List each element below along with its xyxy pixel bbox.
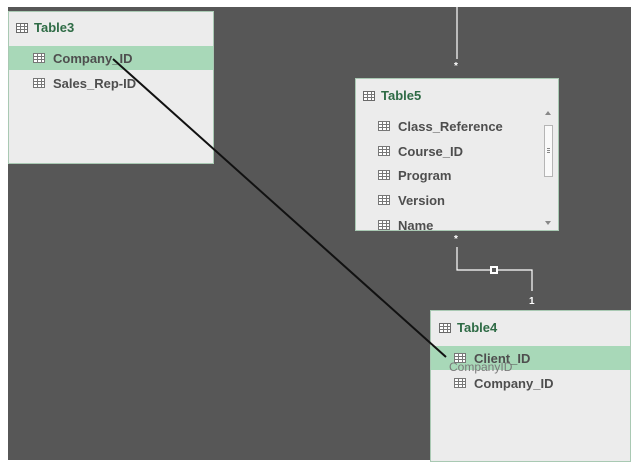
cardinality-many-bottom: * [454,234,458,245]
filter-direction-icon-inner [492,268,496,272]
drag-connector-line [112,58,447,358]
cardinality-many-top: * [454,61,458,72]
cardinality-one: 1 [529,296,535,307]
relationship-overlay [112,7,533,358]
drag-tooltip: CompanyID [449,360,513,374]
